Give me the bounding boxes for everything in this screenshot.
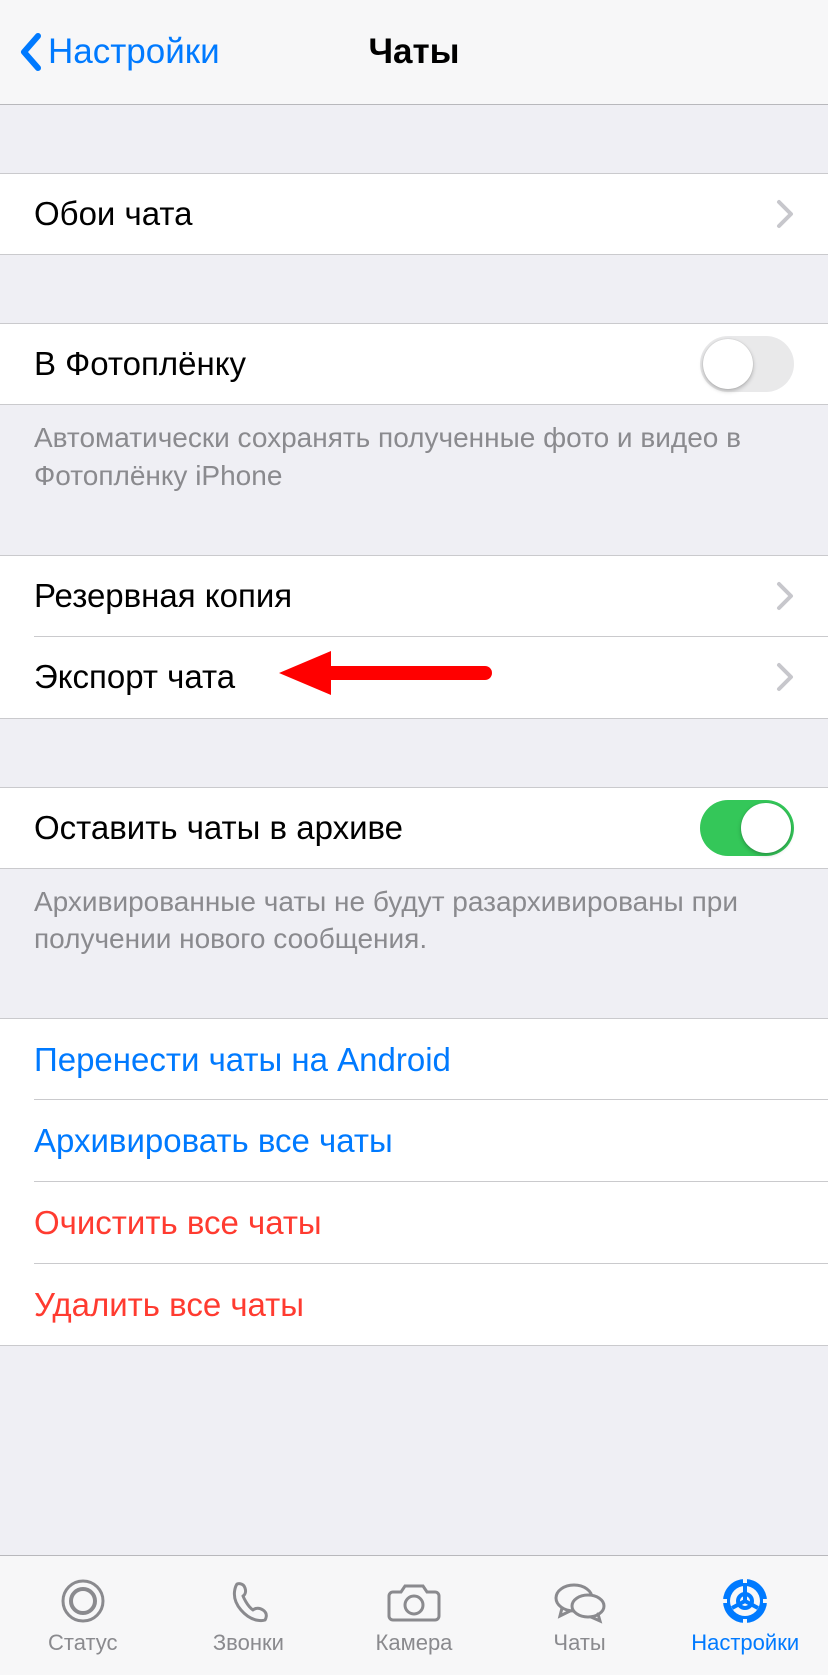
tab-chats[interactable]: Чаты (497, 1556, 663, 1675)
camera-icon (387, 1576, 441, 1626)
keep-archived-footer: Архивированные чаты не будут разархивиро… (0, 869, 828, 963)
tab-camera-label: Камера (376, 1630, 453, 1656)
export-chat-row[interactable]: Экспорт чата (0, 637, 828, 719)
save-to-camera-roll-footer: Автоматически сохранять полученные фото … (0, 405, 828, 499)
tab-calls-label: Звонки (213, 1630, 284, 1656)
chevron-right-icon (776, 662, 794, 692)
chevron-left-icon (18, 32, 42, 72)
tab-calls[interactable]: Звонки (166, 1556, 332, 1675)
back-label: Настройки (48, 32, 220, 72)
chat-icon (552, 1576, 608, 1626)
archive-all-label: Архивировать все чаты (34, 1122, 393, 1160)
annotation-arrow-icon (275, 643, 495, 711)
backup-row[interactable]: Резервная копия (0, 555, 828, 637)
phone-icon (223, 1576, 273, 1626)
wallpaper-label: Обои чата (34, 195, 192, 233)
back-button[interactable]: Настройки (0, 32, 220, 72)
keep-archived-row[interactable]: Оставить чаты в архиве (0, 787, 828, 869)
delete-all-label: Удалить все чаты (34, 1286, 304, 1324)
keep-archived-toggle[interactable] (700, 800, 794, 856)
chevron-right-icon (776, 581, 794, 611)
clear-all-label: Очистить все чаты (34, 1204, 322, 1242)
move-to-android-label: Перенести чаты на Android (34, 1041, 451, 1079)
tab-settings-label: Настройки (691, 1630, 799, 1656)
tab-camera[interactable]: Камера (331, 1556, 497, 1675)
tab-chats-label: Чаты (553, 1630, 605, 1656)
tab-bar: Статус Звонки Камера Чаты (0, 1555, 828, 1675)
archive-all-row[interactable]: Архивировать все чаты (0, 1100, 828, 1182)
save-to-camera-roll-row[interactable]: В Фотоплёнку (0, 323, 828, 405)
backup-label: Резервная копия (34, 577, 292, 615)
export-chat-label: Экспорт чата (34, 658, 235, 696)
keep-archived-label: Оставить чаты в архиве (34, 809, 403, 847)
tab-status-label: Статус (48, 1630, 118, 1656)
gear-icon (720, 1576, 770, 1626)
clear-all-row[interactable]: Очистить все чаты (0, 1182, 828, 1264)
navbar: Настройки Чаты (0, 0, 828, 105)
save-to-camera-roll-toggle[interactable] (700, 336, 794, 392)
move-to-android-row[interactable]: Перенести чаты на Android (0, 1018, 828, 1100)
wallpaper-row[interactable]: Обои чата (0, 173, 828, 255)
tab-settings[interactable]: Настройки (662, 1556, 828, 1675)
chevron-right-icon (776, 199, 794, 229)
delete-all-row[interactable]: Удалить все чаты (0, 1264, 828, 1346)
save-to-camera-roll-label: В Фотоплёнку (34, 345, 246, 383)
tab-status[interactable]: Статус (0, 1556, 166, 1675)
status-icon (58, 1576, 108, 1626)
